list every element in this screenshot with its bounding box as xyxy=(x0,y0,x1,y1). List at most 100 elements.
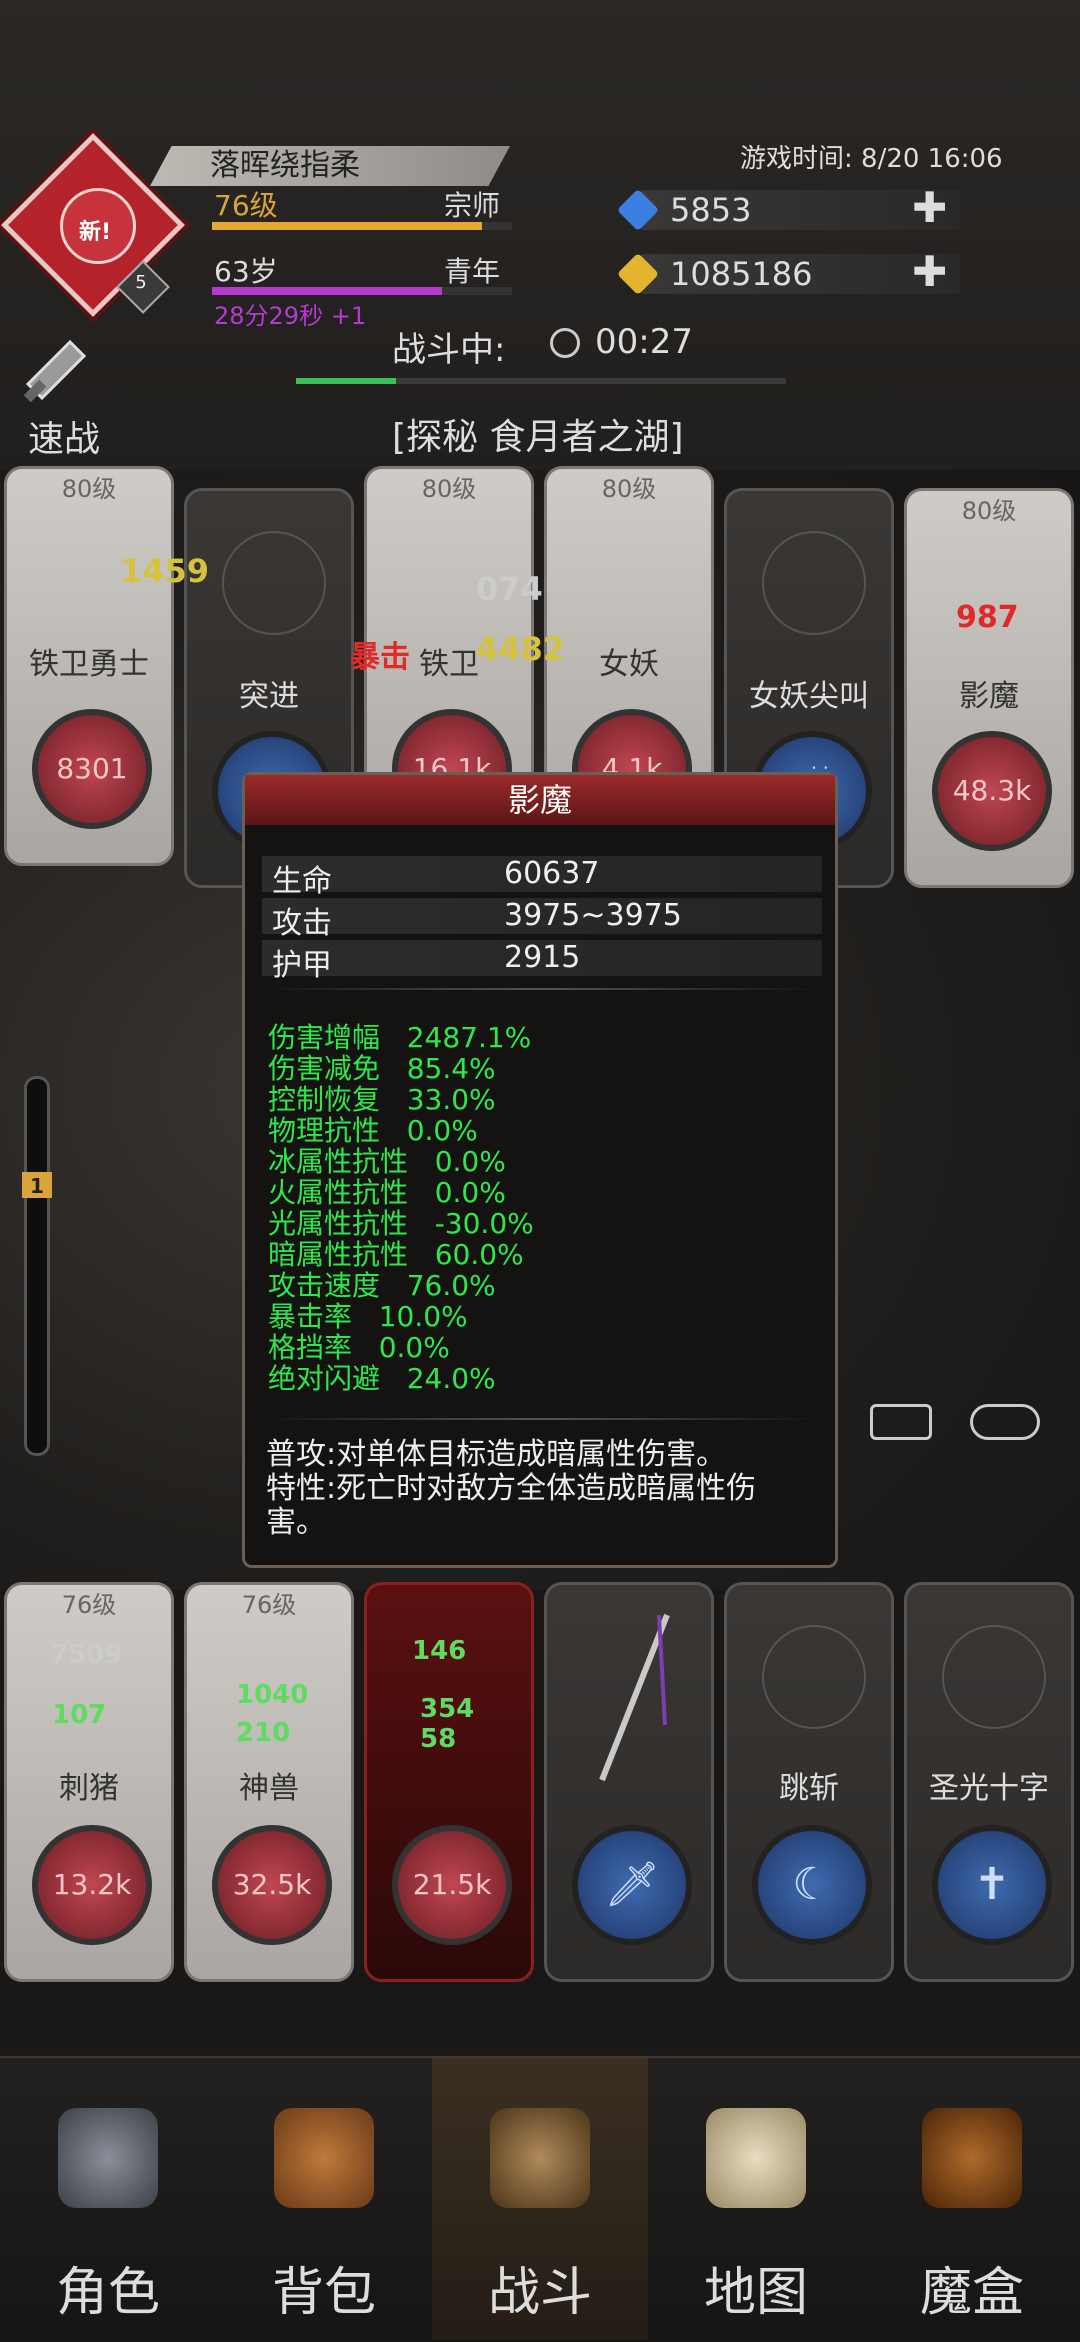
card-name: 跳斩 xyxy=(779,1771,839,1806)
life-stage: 青年 xyxy=(444,255,501,288)
sword-icon: 🗡 xyxy=(572,1825,692,1945)
battle-timer: 00:27 xyxy=(595,322,693,362)
card-level: 80级 xyxy=(61,475,117,503)
skill-description: 普攻:对单体目标造成暗属性伤害。 特性:死亡时对敌方全体造成暗属性伤害。 xyxy=(266,1438,806,1540)
heal-number: 107 xyxy=(52,1700,107,1730)
nav-label: 战斗 xyxy=(487,2263,592,2323)
card-level: 76级 xyxy=(61,1591,117,1619)
stat-value: 3975~3975 xyxy=(504,898,682,933)
card-name: 突进 xyxy=(239,679,299,714)
sigil-icon xyxy=(762,531,866,635)
card-name: 女妖 xyxy=(599,647,659,682)
crit-label: 暴击 xyxy=(350,640,410,675)
nav-label: 角色 xyxy=(55,2263,160,2323)
sigil-icon xyxy=(942,1625,1046,1729)
attr-line: 绝对闪避 24.0% xyxy=(268,1362,496,1395)
equipped-weapon-card[interactable]: 🗡 xyxy=(544,1582,714,1982)
damage-number: 4482 xyxy=(476,630,566,668)
cross-icon: ✝ xyxy=(932,1825,1052,1945)
player-level: 76级 xyxy=(214,189,278,222)
diamond-value: 5853 xyxy=(670,191,752,229)
card-level: 80级 xyxy=(961,497,1017,525)
avatar-level-badge-text: 5 xyxy=(135,272,147,293)
hp-orb: 48.3k xyxy=(932,731,1052,851)
hp-orb: 13.2k xyxy=(32,1825,152,1945)
heal-number: 210 xyxy=(236,1718,291,1748)
divider xyxy=(262,988,818,990)
basic-attack-desc: 普攻:对单体目标造成暗属性伤害。 xyxy=(266,1437,727,1472)
battle-progress-fill xyxy=(296,378,396,384)
stat-value: 60637 xyxy=(504,856,600,891)
damage-number: 987 xyxy=(956,600,1019,635)
sword-shield-icon xyxy=(490,2108,590,2208)
battle-status: 战斗中: xyxy=(392,330,506,370)
player-rank: 宗师 xyxy=(444,189,501,222)
hp-orb: 32.5k xyxy=(212,1825,332,1945)
heal-number: 146 xyxy=(412,1636,467,1666)
skill-card-holy-cross[interactable]: 圣光十字 ✝ xyxy=(904,1582,1074,1982)
player-age: 63岁 xyxy=(214,255,278,288)
game-time: 游戏时间: 8/20 16:06 xyxy=(740,144,1003,174)
card-name: 影魔 xyxy=(959,679,1019,714)
stat-label: 护甲 xyxy=(272,948,332,983)
divider xyxy=(262,1418,818,1420)
skill-icon: ☾ xyxy=(752,1825,872,1945)
heal-number: 1040 xyxy=(236,1680,309,1710)
card-name: 铁卫勇士 xyxy=(29,647,149,682)
add-gold-button[interactable]: ✚ xyxy=(912,251,947,293)
enemy-card-iron-warrior[interactable]: 80级 铁卫勇士 8301 xyxy=(4,466,174,866)
hp-orb: 21.5k xyxy=(392,1825,512,1945)
gold-value: 1085186 xyxy=(670,255,813,293)
heal-number: 354 xyxy=(420,1694,475,1724)
stage-name: [探秘 食月者之湖] xyxy=(392,417,684,458)
stat-label: 生命 xyxy=(272,864,332,899)
nav-label: 魔盒 xyxy=(919,2263,1024,2323)
ally-card-divine-beast[interactable]: 76级 神兽 32.5k xyxy=(184,1582,354,1982)
nav-label: 地图 xyxy=(703,2263,808,2323)
card-level: 76级 xyxy=(241,1591,297,1619)
age-timer: 28分29秒 +1 xyxy=(214,302,367,330)
player-name: 落晖绕指柔 xyxy=(210,148,360,183)
heal-number: 58 xyxy=(420,1724,457,1754)
damage-number: 1459 xyxy=(120,552,210,590)
gauge-value: 1 xyxy=(30,1174,44,1198)
card-level: 80级 xyxy=(601,475,657,503)
nav-label: 背包 xyxy=(271,2263,376,2323)
damage-number: 074 xyxy=(476,570,543,608)
sigil-icon xyxy=(222,531,326,635)
clock-icon xyxy=(550,328,580,358)
card-level: 80级 xyxy=(421,475,477,503)
battle-log-icon[interactable] xyxy=(870,1404,932,1440)
speed-gauge[interactable] xyxy=(24,1076,50,1456)
quick-battle-label[interactable]: 速战 xyxy=(28,410,100,462)
nav-item-magic-box[interactable]: 魔盒 xyxy=(864,2060,1080,2340)
helmet-icon xyxy=(58,2108,158,2208)
card-name: 刺猪 xyxy=(59,1771,119,1806)
katana-icon xyxy=(599,1613,670,1782)
nav-item-character[interactable]: 角色 xyxy=(0,2060,216,2340)
card-name: 神兽 xyxy=(239,1771,299,1806)
nav-item-bag[interactable]: 背包 xyxy=(216,2060,432,2340)
hp-orb: 8301 xyxy=(32,709,152,829)
backpack-icon xyxy=(274,2108,374,2208)
popup-title: 影魔 xyxy=(507,781,572,819)
scroll-map-icon xyxy=(706,2108,806,2208)
sigil-icon xyxy=(762,1625,866,1729)
heal-number: 7509 xyxy=(50,1640,123,1670)
stat-value: 2915 xyxy=(504,940,581,975)
enemy-card-shadow-demon[interactable]: 80级 影魔 48.3k xyxy=(904,488,1074,888)
exp-bar-fill xyxy=(212,222,482,230)
nav-item-map[interactable]: 地图 xyxy=(648,2060,864,2340)
quick-battle-icon[interactable] xyxy=(20,330,112,414)
skill-card-leap-slash[interactable]: 跳斩 ☾ xyxy=(724,1582,894,1982)
add-diamond-button[interactable]: ✚ xyxy=(912,187,947,229)
nav-item-battle[interactable]: 战斗 xyxy=(432,2060,648,2340)
card-name: 女妖尖叫 xyxy=(749,679,869,714)
trait-desc: 特性:死亡时对敌方全体造成暗属性伤害。 xyxy=(266,1471,757,1540)
card-name: 圣光十字 xyxy=(929,1771,1049,1806)
magic-box-icon xyxy=(922,2108,1022,2208)
chat-icon[interactable] xyxy=(970,1404,1040,1440)
stat-label: 攻击 xyxy=(272,906,332,941)
avatar-new-badge: 新! xyxy=(78,220,112,245)
age-bar-fill xyxy=(212,287,442,295)
